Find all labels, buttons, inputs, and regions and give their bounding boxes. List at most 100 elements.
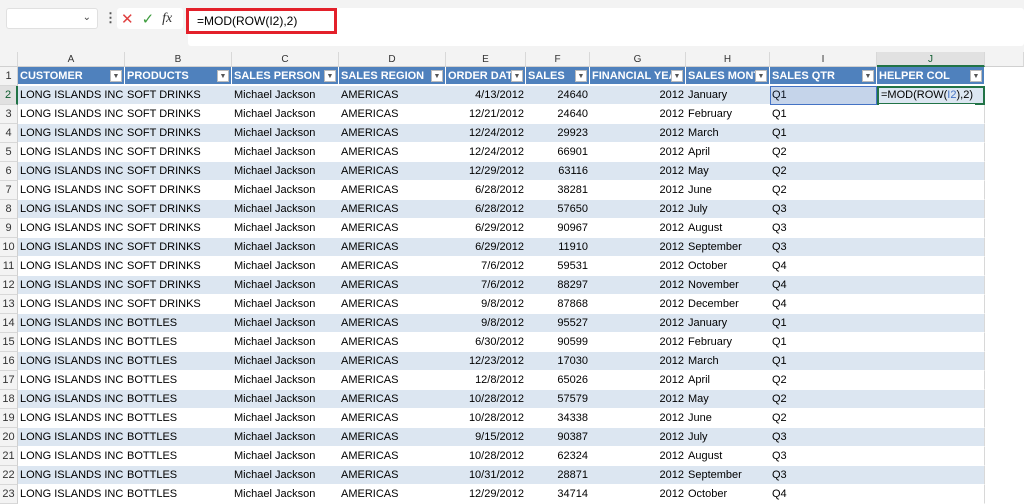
table-cell[interactable]: January (686, 314, 770, 333)
table-cell[interactable]: 2012 (590, 181, 686, 200)
table-cell[interactable]: BOTTLES (125, 466, 232, 485)
table-cell[interactable]: 7/6/2012 (446, 276, 526, 295)
table-cell[interactable]: Q2 (770, 371, 877, 390)
table-cell[interactable] (877, 314, 985, 333)
table-cell[interactable]: 28871 (526, 466, 590, 485)
table-cell[interactable]: BOTTLES (125, 333, 232, 352)
table-cell[interactable]: LONG ISLANDS INC (18, 124, 125, 143)
table-cell[interactable]: 62324 (526, 447, 590, 466)
table-cell[interactable]: Q1 (770, 314, 877, 333)
table-cell[interactable] (877, 257, 985, 276)
table-header-cell[interactable]: CUSTOMER ▼ (18, 67, 125, 85)
table-header-cell[interactable]: SALES PERSON ▼ (232, 67, 339, 85)
row-header-19[interactable]: 19 (0, 409, 18, 428)
formula-text-highlighted[interactable]: =MOD(ROW(I2),2) (186, 8, 337, 34)
table-cell[interactable]: 2012 (590, 333, 686, 352)
table-cell[interactable]: Q1 (770, 333, 877, 352)
table-cell[interactable]: LONG ISLANDS INC (18, 238, 125, 257)
table-cell[interactable]: AMERICAS (339, 485, 446, 504)
table-cell[interactable]: 2012 (590, 447, 686, 466)
table-cell[interactable]: July (686, 200, 770, 219)
table-cell[interactable]: September (686, 466, 770, 485)
row-header-4[interactable]: 4 (0, 124, 18, 143)
table-cell[interactable]: AMERICAS (339, 257, 446, 276)
table-cell[interactable]: AMERICAS (339, 447, 446, 466)
column-header-A[interactable]: A (18, 52, 125, 67)
table-cell[interactable]: 66901 (526, 143, 590, 162)
table-cell[interactable]: June (686, 409, 770, 428)
table-cell[interactable]: Q3 (770, 238, 877, 257)
table-cell[interactable]: 10/28/2012 (446, 409, 526, 428)
table-cell[interactable]: SOFT DRINKS (125, 162, 232, 181)
table-cell[interactable]: AMERICAS (339, 238, 446, 257)
row-header-13[interactable]: 13 (0, 295, 18, 314)
table-cell[interactable]: 11910 (526, 238, 590, 257)
table-cell[interactable]: SOFT DRINKS (125, 124, 232, 143)
table-cell[interactable]: 2012 (590, 390, 686, 409)
table-cell[interactable]: BOTTLES (125, 428, 232, 447)
table-cell[interactable]: AMERICAS (339, 390, 446, 409)
table-cell[interactable]: 2012 (590, 162, 686, 181)
row-header-21[interactable]: 21 (0, 447, 18, 466)
table-cell[interactable] (877, 428, 985, 447)
column-header-D[interactable]: D (339, 52, 446, 67)
table-cell[interactable]: 7/6/2012 (446, 257, 526, 276)
table-cell[interactable]: AMERICAS (339, 162, 446, 181)
row-header-7[interactable]: 7 (0, 181, 18, 200)
table-cell[interactable]: 24640 (526, 105, 590, 124)
row-header-18[interactable]: 18 (0, 390, 18, 409)
table-cell[interactable]: AMERICAS (339, 295, 446, 314)
table-cell[interactable]: LONG ISLANDS INC (18, 371, 125, 390)
filter-dropdown-icon[interactable]: ▼ (511, 70, 523, 82)
table-cell[interactable]: AMERICAS (339, 466, 446, 485)
table-cell[interactable]: March (686, 124, 770, 143)
table-cell[interactable]: AMERICAS (339, 276, 446, 295)
more-options-icon[interactable]: ⋮ (104, 10, 117, 26)
table-cell[interactable]: 12/24/2012 (446, 143, 526, 162)
table-cell[interactable]: 2012 (590, 86, 686, 105)
table-cell[interactable]: 34714 (526, 485, 590, 504)
table-cell[interactable]: LONG ISLANDS INC (18, 485, 125, 504)
table-cell[interactable]: LONG ISLANDS INC (18, 409, 125, 428)
table-cell[interactable]: SOFT DRINKS (125, 219, 232, 238)
table-cell[interactable]: 6/29/2012 (446, 238, 526, 257)
table-cell[interactable]: LONG ISLANDS INC (18, 257, 125, 276)
table-cell[interactable]: BOTTLES (125, 409, 232, 428)
row-header-8[interactable]: 8 (0, 200, 18, 219)
column-header-E[interactable]: E (446, 52, 526, 67)
filter-dropdown-icon[interactable]: ▼ (217, 70, 229, 82)
table-cell[interactable]: Michael Jackson (232, 371, 339, 390)
table-cell[interactable]: August (686, 447, 770, 466)
table-cell[interactable]: Q1 (770, 124, 877, 143)
table-cell[interactable]: 2012 (590, 257, 686, 276)
check-icon[interactable]: ✓ (142, 10, 155, 28)
table-cell[interactable]: SOFT DRINKS (125, 295, 232, 314)
table-cell[interactable]: 2012 (590, 409, 686, 428)
filter-dropdown-icon[interactable]: ▼ (431, 70, 443, 82)
table-cell[interactable]: 2012 (590, 352, 686, 371)
table-cell[interactable]: 12/29/2012 (446, 485, 526, 504)
table-cell[interactable]: 6/28/2012 (446, 181, 526, 200)
table-cell[interactable]: Michael Jackson (232, 124, 339, 143)
table-cell[interactable]: 2012 (590, 371, 686, 390)
table-cell[interactable]: 17030 (526, 352, 590, 371)
table-cell[interactable]: April (686, 143, 770, 162)
row-header-12[interactable]: 12 (0, 276, 18, 295)
filter-dropdown-icon[interactable]: ▼ (671, 70, 683, 82)
table-cell[interactable]: January (686, 86, 770, 105)
table-cell[interactable]: AMERICAS (339, 86, 446, 105)
column-header-C[interactable]: C (232, 52, 339, 67)
table-cell[interactable]: 65026 (526, 371, 590, 390)
table-cell[interactable]: July (686, 428, 770, 447)
table-cell[interactable]: 2012 (590, 466, 686, 485)
table-cell[interactable]: Michael Jackson (232, 466, 339, 485)
table-cell[interactable]: 63116 (526, 162, 590, 181)
table-cell[interactable]: October (686, 257, 770, 276)
chevron-down-icon[interactable]: ⌄ (83, 12, 91, 23)
table-cell[interactable]: AMERICAS (339, 143, 446, 162)
table-cell[interactable]: Q1 (770, 352, 877, 371)
table-cell[interactable]: SOFT DRINKS (125, 276, 232, 295)
table-cell[interactable]: Michael Jackson (232, 352, 339, 371)
table-cell[interactable]: 95527 (526, 314, 590, 333)
table-cell[interactable]: 9/8/2012 (446, 314, 526, 333)
